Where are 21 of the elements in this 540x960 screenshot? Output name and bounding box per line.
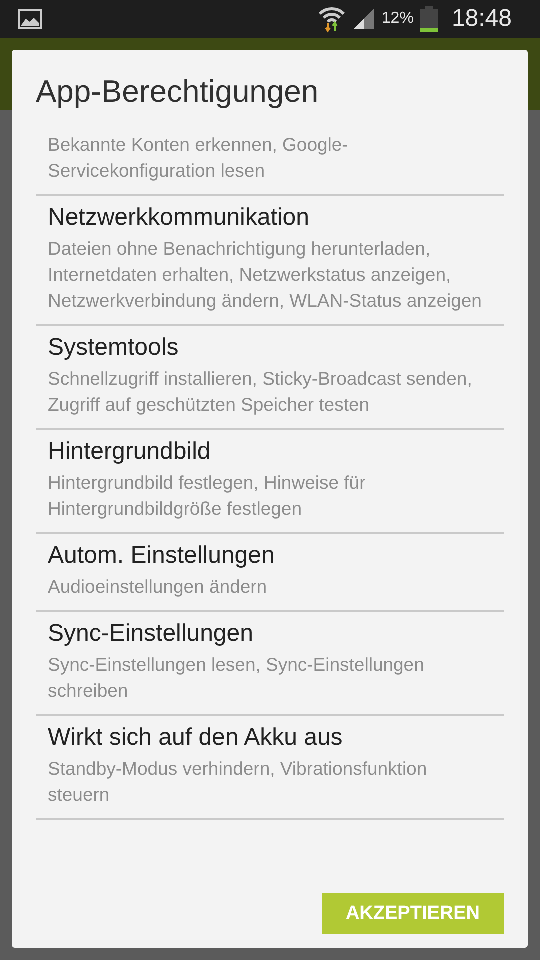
battery-icon [420, 6, 438, 32]
permission-description: Dateien ohne Benachrichtigung herunterladen, Internetdaten erhalten, Netzwerkstatus anzeigen, Netzwerkverbindung ändern, WLAN-Status anzeigen [48, 237, 483, 313]
clock-time: 18:48 [452, 5, 512, 33]
permission-description: Bekannte Konten erkennen, Google-Servicekonfiguration lesen [48, 133, 350, 183]
wifi-icon [318, 5, 346, 33]
permission-description: Sync-Einstellungen lesen, Sync-Einstellungen schreiben [48, 653, 426, 703]
permission-group-heading: Hintergrundbild [48, 438, 212, 466]
battery-percent: 12% [382, 10, 414, 28]
signal-icon [352, 7, 376, 31]
permission-description: Standby-Modus verhindern, Vibrationsfunktion steuern [48, 757, 428, 807]
permission-group-heading: Systemtools [48, 334, 180, 362]
permission-description: Hintergrundbild festlegen, Hinweise für Hintergrundbildgröße festlegen [48, 471, 367, 521]
permission-group-heading: Netzwerkkommunikation [48, 204, 310, 232]
permission-group-heading: Sync-Einstellungen [48, 620, 254, 648]
picture-icon [18, 9, 42, 29]
permission-group-heading: Wirkt sich auf den Akku aus [48, 724, 344, 752]
dialog-title: App-Berechtigungen [36, 73, 320, 111]
permission-description: Schnellzugriff installieren, Sticky-Broadcast senden, Zugriff auf geschützten Speicher testen [48, 367, 474, 417]
permission-description: Audioeinstellungen ändern [48, 575, 268, 599]
accept-button[interactable]: AKZEPTIEREN [322, 893, 504, 934]
permission-group-heading: Autom. Einstellungen [48, 542, 276, 570]
